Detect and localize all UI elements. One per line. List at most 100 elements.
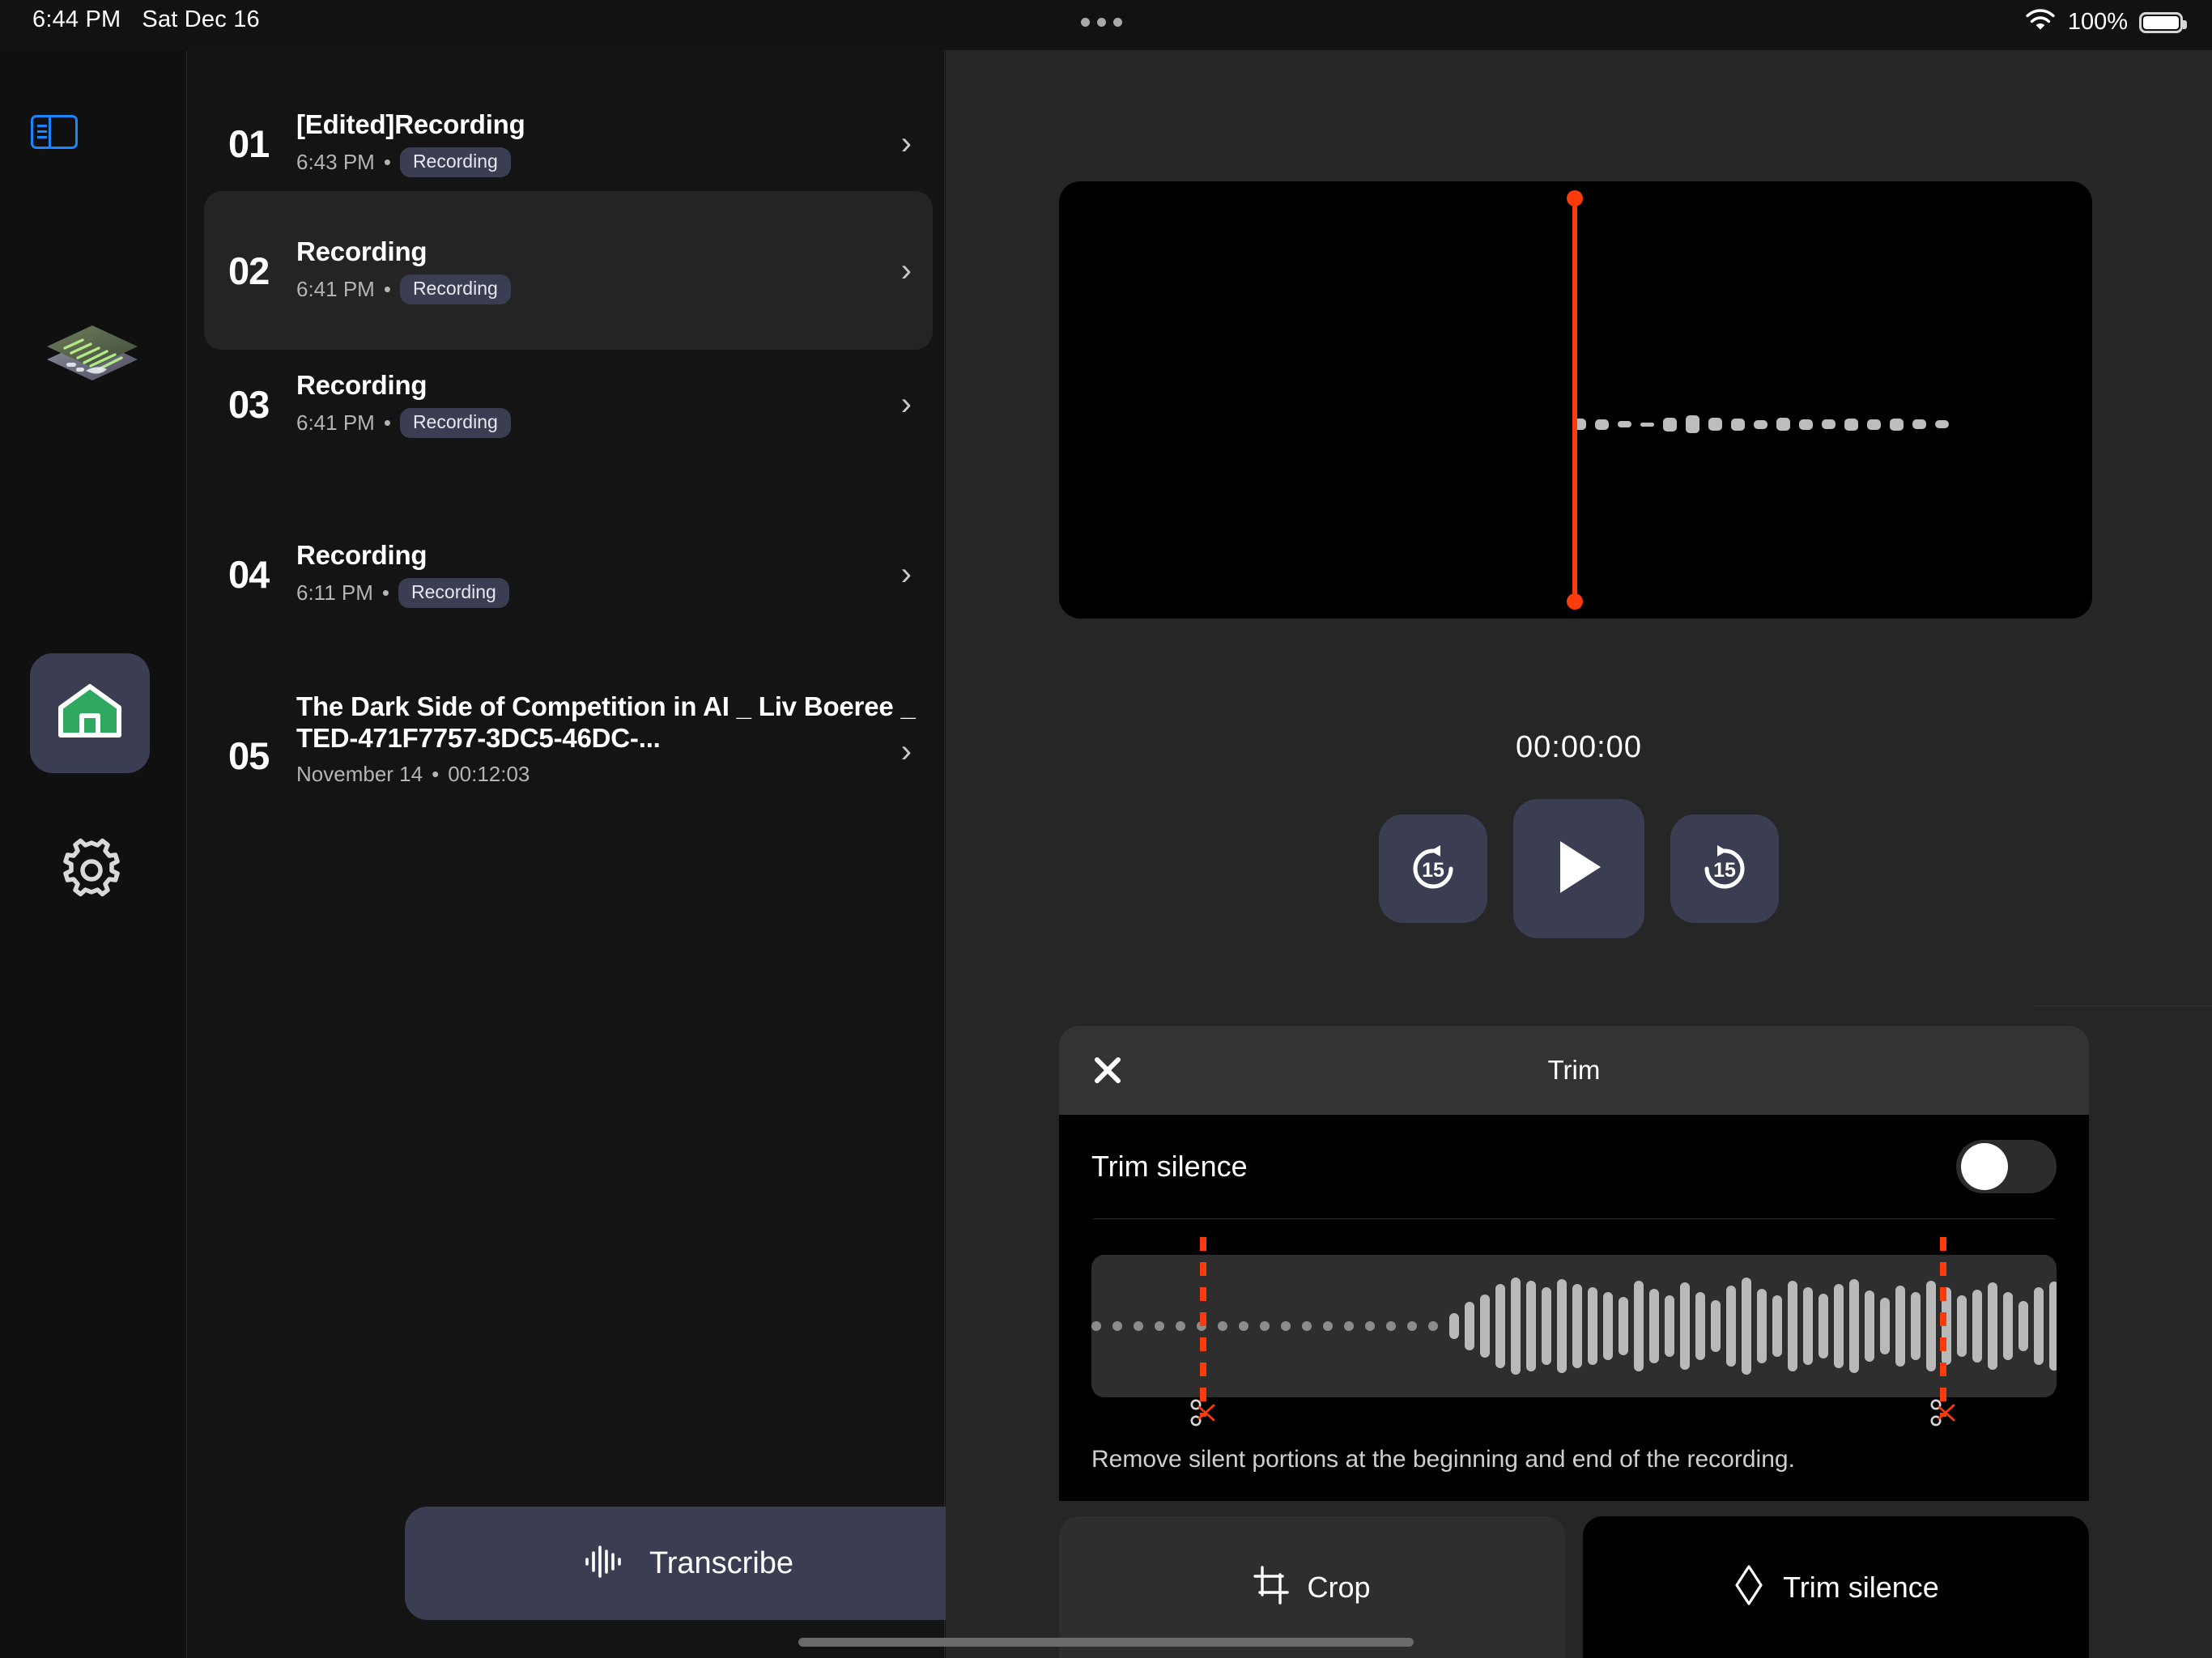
- waveform-bar: [1449, 1313, 1459, 1339]
- home-icon: [55, 680, 125, 747]
- chevron-right-icon[interactable]: ›: [884, 125, 912, 162]
- list-item-duration: 00:12:03: [448, 761, 530, 786]
- waveform-bar: [1588, 1287, 1597, 1365]
- toggle-knob: [1961, 1143, 2008, 1190]
- waveform-bar: [1572, 1284, 1582, 1368]
- list-item-time: November 14: [296, 761, 423, 786]
- list-item[interactable]: 03 Recording 6:41 PM • Recording ›: [204, 356, 933, 452]
- list-item[interactable]: 04 Recording 6:11 PM • Recording ›: [204, 526, 933, 622]
- waveform-dot: [1134, 1321, 1143, 1331]
- waveform-bar: [1890, 418, 1904, 431]
- list-item[interactable]: 05 The Dark Side of Competition in AI _ …: [204, 674, 933, 811]
- list-item-body: Recording 6:11 PM • Recording: [296, 540, 884, 609]
- gear-icon: [54, 833, 129, 912]
- list-item-title: Recording: [296, 539, 428, 570]
- home-indicator[interactable]: [798, 1638, 1414, 1647]
- trim-sheet: Trim Trim silence Remove silent portions…: [1059, 1026, 2089, 1501]
- waveform-bar: [1495, 1284, 1505, 1368]
- trim-silence-toggle[interactable]: [1956, 1140, 2057, 1193]
- forward-15-icon: 15: [1695, 840, 1754, 898]
- rewind-15-button[interactable]: 15: [1379, 814, 1487, 923]
- list-item-time: 6:11 PM: [296, 580, 373, 606]
- list-item-title: Recording: [296, 369, 428, 400]
- waveform-bar: [1822, 419, 1836, 429]
- waveform-dot: [1260, 1321, 1270, 1331]
- waveform-bar: [1776, 418, 1790, 431]
- player-timecode: 00:00:00: [1516, 730, 1642, 764]
- forward-15-button[interactable]: 15: [1670, 814, 1779, 923]
- waveform-dot: [1323, 1321, 1333, 1331]
- list-item-body: [Edited]Recording 6:43 PM • Recording: [296, 109, 884, 178]
- waveform-bar: [1695, 1292, 1705, 1360]
- waveform-bar: [1595, 419, 1609, 430]
- waveform-dot: [1281, 1321, 1291, 1331]
- sidebar-toggle-icon[interactable]: [31, 115, 78, 149]
- trim-waveform-editor[interactable]: [1091, 1237, 2057, 1426]
- waveform-bar: [1803, 1287, 1813, 1365]
- wifi-icon: [2024, 8, 2057, 36]
- list-item-meta: 6:11 PM • Recording: [296, 578, 884, 609]
- waveform-bar: [1634, 1281, 1644, 1371]
- transcribe-button[interactable]: Transcribe: [405, 1507, 972, 1620]
- waveform-bar: [1988, 1282, 1997, 1370]
- edit-action-bar: Crop Trim silence: [1059, 1516, 2089, 1658]
- waveform-bar: [1926, 1281, 1936, 1371]
- waveform-bar: [2018, 1301, 2028, 1351]
- chevron-right-icon[interactable]: ›: [884, 386, 912, 423]
- play-button[interactable]: [1513, 799, 1644, 938]
- crop-button[interactable]: Crop: [1059, 1516, 1565, 1658]
- waveform-bar: [1511, 1278, 1521, 1375]
- forward-seconds: 15: [1713, 858, 1736, 882]
- list-item-separator: •: [432, 761, 440, 786]
- trim-silence-row: Trim silence: [1091, 1115, 2057, 1218]
- chevron-right-icon[interactable]: ›: [884, 253, 912, 289]
- list-item-time: 6:41 PM: [296, 277, 375, 302]
- waveform-bar: [1844, 418, 1858, 431]
- trim-silence-button[interactable]: Trim silence: [1583, 1516, 2089, 1658]
- status-badge: Recording: [399, 147, 511, 178]
- waveform-bar: [1895, 1286, 1905, 1367]
- waveform-bar: [1957, 1295, 1967, 1357]
- multitask-dots-icon[interactable]: [1081, 18, 1122, 27]
- waveform-bar: [1686, 415, 1699, 433]
- waveform-dot: [1112, 1321, 1122, 1331]
- waveform-bar: [1757, 1289, 1767, 1363]
- waveform-dot: [1344, 1321, 1354, 1331]
- list-item[interactable]: 02 Recording 6:41 PM • Recording ›: [204, 191, 933, 350]
- chevron-right-icon[interactable]: ›: [884, 691, 912, 770]
- waveform-bar: [1640, 422, 1654, 427]
- status-time: 6:44 PM: [32, 6, 121, 32]
- status-badge: Recording: [399, 408, 511, 439]
- waveform-bar: [1526, 1281, 1536, 1371]
- playhead-marker[interactable]: [1572, 198, 1577, 602]
- sidebar-item-settings[interactable]: [47, 827, 136, 916]
- list-item[interactable]: 01 [Edited]Recording 6:43 PM • Recording…: [204, 96, 933, 191]
- waveform-bar: [1799, 419, 1813, 430]
- status-bar: 6:44 PM Sat Dec 16 100%: [0, 0, 2212, 50]
- diamond-icon: [1733, 1564, 1765, 1610]
- status-date: Sat Dec 16: [142, 6, 260, 32]
- left-rail: [0, 50, 187, 1658]
- trim-sheet-title: Trim: [1547, 1055, 1601, 1085]
- player-waveform-canvas[interactable]: [1059, 181, 2092, 619]
- waveform-bar: [1788, 1281, 1797, 1371]
- trim-start-handle[interactable]: [1190, 1237, 1215, 1426]
- waveform-bar: [1726, 1286, 1736, 1367]
- waveform-bar: [2003, 1292, 2013, 1360]
- rewind-15-icon: 15: [1404, 840, 1462, 898]
- list-item-body: The Dark Side of Competition in AI _ Liv…: [296, 691, 916, 787]
- chevron-right-icon[interactable]: ›: [884, 556, 912, 593]
- sidebar-item-home[interactable]: [30, 653, 150, 773]
- waveform-bar: [1465, 1302, 1474, 1350]
- waveform-bar: [1542, 1287, 1551, 1365]
- trim-waveform-bars: [1091, 1255, 2057, 1397]
- waveform-bar: [1834, 1284, 1844, 1368]
- trim-end-handle[interactable]: [1930, 1237, 1955, 1426]
- trim-sheet-header: Trim: [1059, 1026, 2089, 1115]
- waveform-bar: [1480, 1295, 1490, 1358]
- waveform-bar: [2049, 1282, 2057, 1371]
- close-icon[interactable]: [1090, 1052, 1125, 1088]
- crop-icon: [1253, 1566, 1290, 1609]
- list-item-index: 03: [228, 382, 270, 426]
- list-item-meta: 6:43 PM • Recording: [296, 147, 884, 178]
